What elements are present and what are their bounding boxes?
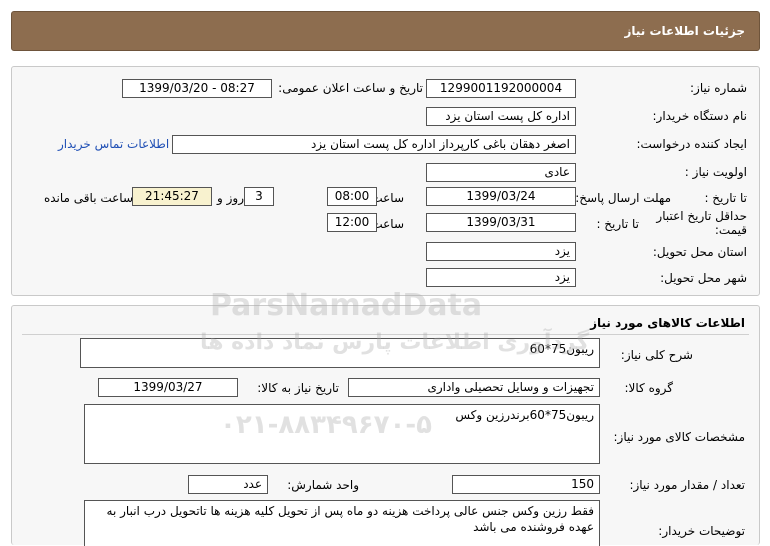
goods-panel: اطلاعات کالاهای مورد نیاز شرح کلی نیاز: …	[11, 305, 760, 546]
need-date-label: تاریخ نیاز به کالا:	[257, 381, 339, 395]
announce-datetime-field: 1399/03/20 - 08:27	[122, 79, 272, 98]
page-header: جزئیات اطلاعات نیاز	[11, 11, 760, 51]
city-field: یزد	[426, 268, 576, 287]
deadline-until-label: تا تاریخ :	[704, 191, 747, 205]
need-details-panel: شماره نیاز: 1299001192000004 تاریخ و ساع…	[11, 66, 760, 296]
quantity-field: 150	[452, 475, 600, 494]
days-label: روز و	[217, 191, 244, 205]
goods-group-label: گروه کالا:	[624, 381, 674, 395]
specs-label: مشخصات کالای مورد نیاز:	[613, 430, 745, 444]
buyer-org-field: اداره کل پست استان یزد	[426, 107, 576, 126]
city-label: شهر محل تحویل:	[660, 271, 747, 285]
need-number-label: شماره نیاز:	[690, 81, 747, 95]
page-title: جزئیات اطلاعات نیاز	[624, 24, 745, 38]
need-number-field: 1299001192000004	[426, 79, 576, 98]
province-label: استان محل تحویل:	[652, 245, 747, 259]
deadline-label: مهلت ارسال پاسخ:	[575, 191, 671, 205]
need-description-label: شرح کلی نیاز:	[620, 348, 693, 362]
quantity-label: تعداد / مقدار مورد نیاز:	[629, 478, 745, 492]
goods-section-title: اطلاعات کالاهای مورد نیاز	[590, 316, 745, 330]
need-date-field: 1399/03/27	[98, 378, 238, 397]
goods-group-field: تجهیزات و وسایل تحصیلی واداری	[348, 378, 600, 397]
buyer-notes-label: توضیحات خریدار:	[658, 524, 745, 538]
requester-field: اصغر دهقان باغی کارپرداز اداره کل پست اس…	[172, 135, 576, 154]
deadline-date-field: 1399/03/24	[426, 187, 576, 206]
buyer-org-label: نام دستگاه خریدار:	[652, 109, 748, 123]
validity-time-field: 12:00	[327, 213, 377, 232]
requester-label: ایجاد کننده درخواست:	[636, 137, 747, 151]
section-divider	[22, 334, 749, 335]
province-field: یزد	[426, 242, 576, 261]
remaining-time-field: 21:45:27	[132, 187, 212, 206]
buyer-contact-link[interactable]: اطلاعات تماس خریدار	[58, 137, 169, 151]
validity-until-label: تا تاریخ :	[596, 217, 639, 231]
need-description-field: ریبون75*60	[80, 338, 600, 368]
deadline-time-field: 08:00	[327, 187, 377, 206]
validity-label: حداقل تاریخ اعتبار قیمت:	[656, 209, 747, 237]
buyer-notes-field: فقط رزین وکس جنس عالی پرداخت هزینه دو ما…	[84, 500, 600, 546]
unit-label: واحد شمارش:	[287, 478, 359, 492]
priority-label: اولویت نیاز :	[684, 165, 747, 179]
priority-field: عادی	[426, 163, 576, 182]
days-remaining-field: 3	[244, 187, 274, 206]
unit-field: عدد	[188, 475, 268, 494]
specs-field: ریبون75*60برندرزین وکس	[84, 404, 600, 464]
remaining-time-label: ساعت باقی مانده	[43, 191, 133, 205]
announce-datetime-label: تاریخ و ساعت اعلان عمومی:	[278, 81, 423, 95]
validity-date-field: 1399/03/31	[426, 213, 576, 232]
